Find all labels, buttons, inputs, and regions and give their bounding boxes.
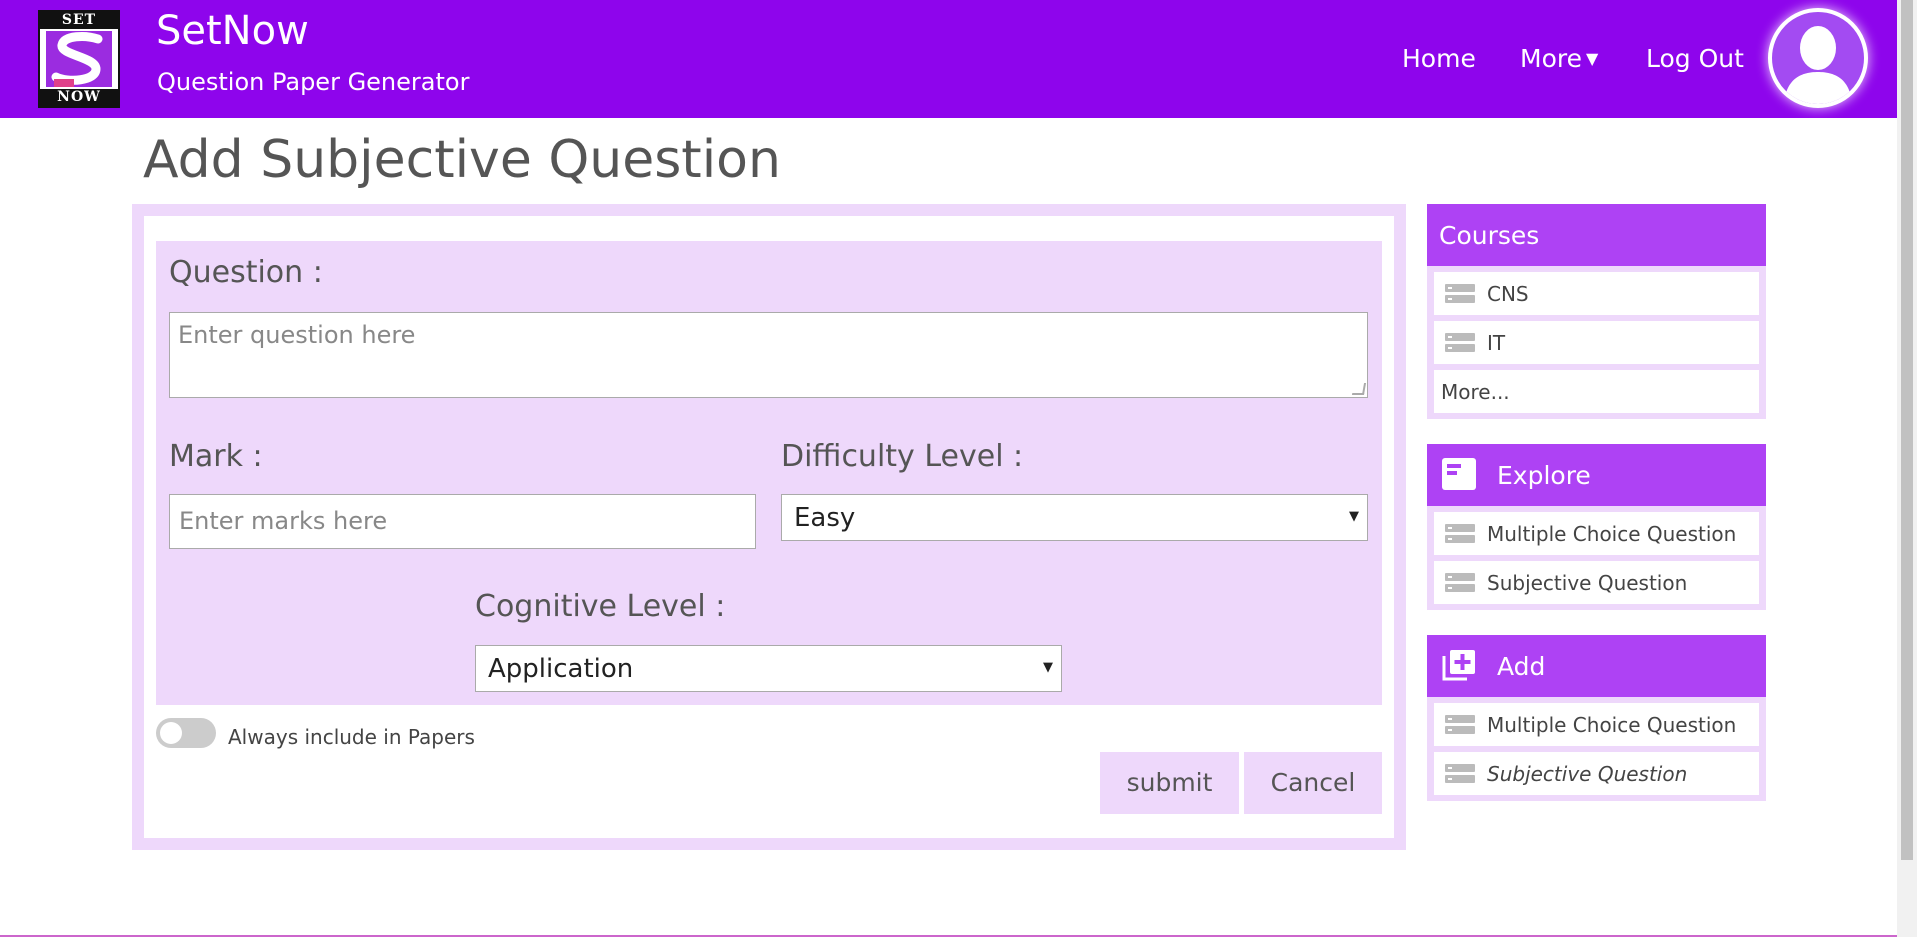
difficulty-label: Difficulty Level : <box>781 439 1024 474</box>
add-library-icon <box>1442 650 1475 681</box>
user-silhouette-icon <box>1784 26 1852 104</box>
logo-text-top: SET <box>40 12 118 29</box>
book-icon <box>1442 458 1476 490</box>
select-arrow-icon: ▼ <box>1349 509 1359 524</box>
user-avatar[interactable] <box>1768 8 1868 108</box>
courses-header: Courses <box>1427 204 1766 266</box>
question-textarea[interactable]: Enter question here <box>169 312 1368 398</box>
courses-title: Courses <box>1439 221 1540 250</box>
page-title: Add Subjective Question <box>143 130 781 190</box>
add-header: Add <box>1427 635 1766 697</box>
explore-item-subjective[interactable]: Subjective Question <box>1434 561 1759 604</box>
server-icon <box>1445 573 1475 593</box>
difficulty-select[interactable]: Easy ▼ <box>781 494 1368 541</box>
add-subjective-label: Subjective Question <box>1487 762 1688 786</box>
app-title: SetNow <box>156 8 309 54</box>
submit-button[interactable]: submit <box>1100 752 1239 814</box>
course-item-it[interactable]: IT <box>1434 321 1759 364</box>
mark-input[interactable]: Enter marks here <box>169 494 756 549</box>
cognitive-value: Application <box>488 654 634 684</box>
mark-placeholder: Enter marks here <box>179 507 388 535</box>
resize-handle-icon[interactable] <box>1351 383 1367 395</box>
scrollbar-thumb[interactable] <box>1901 0 1913 860</box>
add-title: Add <box>1497 652 1546 681</box>
question-form: Question : Enter question here Mark : En… <box>144 216 1394 838</box>
server-icon <box>1445 715 1475 735</box>
nav-home-link[interactable]: Home <box>1402 44 1476 73</box>
logo-text-bottom: NOW <box>40 89 118 106</box>
mark-label: Mark : <box>169 439 263 474</box>
explore-panel: Explore Multiple Choice Question Subject… <box>1427 444 1766 610</box>
course-item-cns[interactable]: CNS <box>1434 272 1759 315</box>
nav-more-dropdown[interactable]: More ▼ <box>1520 44 1598 73</box>
nav-logout-link[interactable]: Log Out <box>1646 44 1744 73</box>
caret-down-icon: ▼ <box>1585 49 1599 68</box>
logo-s-icon <box>46 31 112 87</box>
toggle-knob <box>160 722 182 744</box>
app-subtitle: Question Paper Generator <box>157 68 470 96</box>
add-mcq-label: Multiple Choice Question <box>1487 713 1737 737</box>
always-include-label: Always include in Papers <box>228 725 475 749</box>
add-item-subjective-active[interactable]: Subjective Question <box>1434 752 1759 795</box>
server-icon <box>1445 524 1475 544</box>
question-form-card: Question : Enter question here Mark : En… <box>132 204 1406 850</box>
difficulty-value: Easy <box>794 503 856 533</box>
courses-more-label: More... <box>1441 380 1510 404</box>
select-arrow-icon: ▼ <box>1043 660 1053 675</box>
always-include-toggle[interactable] <box>156 718 216 748</box>
explore-mcq-label: Multiple Choice Question <box>1487 522 1737 546</box>
explore-subjective-label: Subjective Question <box>1487 571 1688 595</box>
question-placeholder: Enter question here <box>178 321 416 349</box>
form-fields-panel: Question : Enter question here Mark : En… <box>156 241 1382 705</box>
server-icon <box>1445 284 1475 304</box>
courses-more-link[interactable]: More... <box>1434 370 1759 413</box>
top-navbar: SET NOW SetNow Question Paper Generator … <box>0 0 1897 118</box>
add-panel: Add Multiple Choice Question Subjective … <box>1427 635 1766 801</box>
page-scrollbar[interactable] <box>1897 0 1917 937</box>
courses-panel: Courses CNS IT More... <box>1427 204 1766 419</box>
add-item-mcq[interactable]: Multiple Choice Question <box>1434 703 1759 746</box>
course-label: IT <box>1487 331 1506 355</box>
nav-more-label: More <box>1520 44 1582 73</box>
server-icon <box>1445 333 1475 353</box>
explore-item-mcq[interactable]: Multiple Choice Question <box>1434 512 1759 555</box>
logo-s-mark <box>46 31 112 87</box>
cancel-button[interactable]: Cancel <box>1244 752 1382 814</box>
course-label: CNS <box>1487 282 1529 306</box>
explore-header: Explore <box>1427 444 1766 506</box>
setnow-logo[interactable]: SET NOW <box>38 10 120 108</box>
question-label: Question : <box>169 255 323 290</box>
cognitive-select[interactable]: Application ▼ <box>475 645 1062 692</box>
explore-title: Explore <box>1497 461 1591 490</box>
cognitive-label: Cognitive Level : <box>475 589 726 624</box>
server-icon <box>1445 764 1475 784</box>
